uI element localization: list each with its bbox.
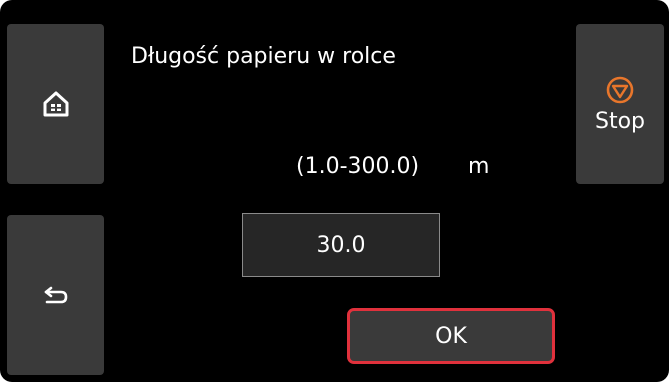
page-title: Długość papieru w rolce [131, 44, 396, 69]
ok-label: OK [435, 323, 467, 349]
home-button[interactable] [7, 24, 104, 184]
back-arrow-icon [44, 286, 67, 304]
ok-button[interactable]: OK [347, 308, 555, 364]
length-value-field[interactable]: 30.0 [242, 213, 440, 277]
value-range-label: (1.0-300.0) [296, 154, 420, 179]
stop-label: Stop [594, 108, 645, 134]
printer-panel-screen: Stop Długość papieru w rolce (1.0-300.0)… [0, 0, 669, 382]
back-button[interactable] [7, 215, 104, 375]
home-icon [43, 91, 68, 117]
length-value: 30.0 [316, 232, 366, 258]
stop-icon [606, 76, 634, 103]
stop-button[interactable]: Stop [576, 24, 664, 184]
unit-label: m [468, 154, 490, 179]
